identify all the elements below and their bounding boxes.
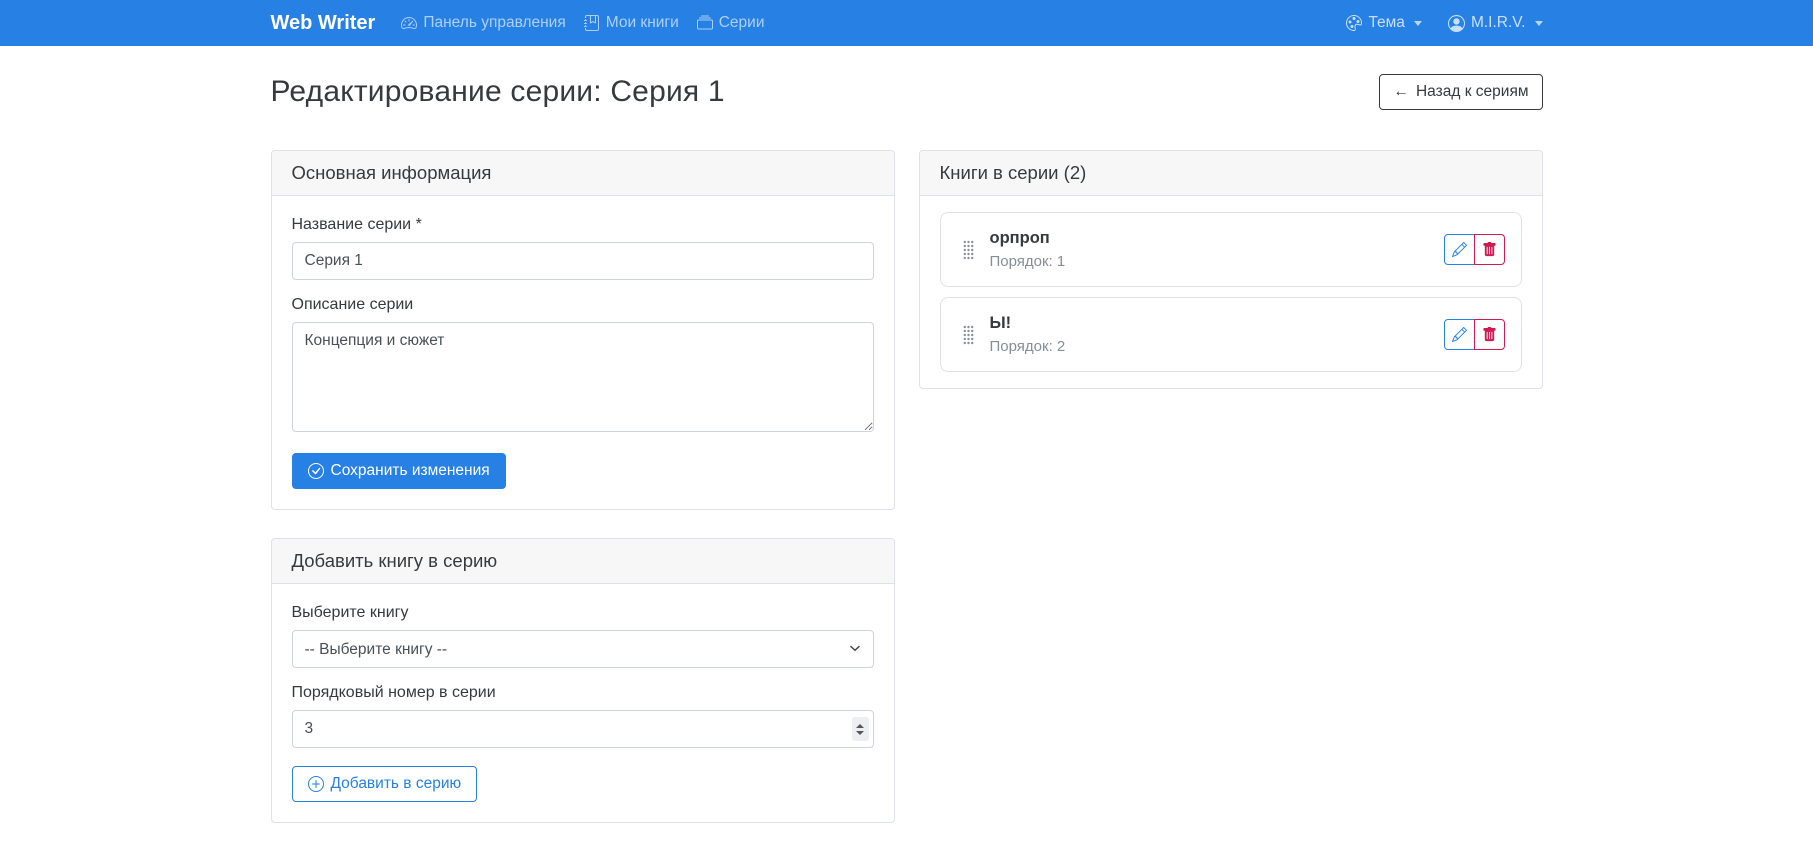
left-column: Основная информация Название серии * Опи… bbox=[271, 150, 895, 823]
book-info: Ы! Порядок: 2 bbox=[990, 314, 1066, 355]
stepper-up-icon[interactable] bbox=[856, 724, 864, 728]
grip-vertical-icon[interactable] bbox=[963, 240, 974, 260]
nav-item-my-books[interactable]: Мои книги bbox=[584, 14, 679, 32]
select-book-dropdown[interactable]: -- Выберите книгу -- bbox=[292, 630, 874, 668]
main-info-card-body: Название серии * Описание серии Концепци… bbox=[272, 196, 894, 509]
user-dropdown-label: M.I.R.V. bbox=[1471, 14, 1526, 32]
book-order: Порядок: 2 bbox=[990, 338, 1066, 355]
book-title: Ы! bbox=[990, 314, 1066, 333]
book-list-item: орпроп Порядок: 1 bbox=[940, 212, 1522, 287]
nav-item-label: Серии bbox=[719, 14, 765, 32]
person-circle-icon bbox=[1448, 15, 1465, 32]
pencil-icon bbox=[1452, 327, 1467, 342]
add-book-card: Добавить книгу в серию Выберите книгу --… bbox=[271, 538, 895, 823]
series-description-textarea[interactable]: Концепция и сюжет bbox=[292, 322, 874, 432]
save-changes-label: Сохранить изменения bbox=[331, 462, 490, 480]
books-list: орпроп Порядок: 1 bbox=[920, 196, 1542, 388]
journal-bookmark-icon bbox=[584, 15, 600, 31]
caret-down-icon bbox=[1414, 21, 1422, 26]
nav-item-label: Мои книги bbox=[606, 14, 679, 32]
navbar-right: Тема M.I.R.V. bbox=[1346, 14, 1542, 32]
nav-item-label: Панель управления bbox=[423, 14, 565, 32]
nav-item-dashboard[interactable]: Панель управления bbox=[401, 14, 565, 32]
stepper-down-icon[interactable] bbox=[856, 731, 864, 735]
content-row: Основная информация Название серии * Опи… bbox=[271, 150, 1543, 823]
plus-circle-icon bbox=[308, 776, 324, 792]
order-number-label: Порядковый номер в серии bbox=[292, 684, 874, 702]
page-header: Редактирование серии: Серия 1 ← Назад к … bbox=[271, 74, 1543, 110]
series-description-label: Описание серии bbox=[292, 296, 874, 314]
navbar-container: Web Writer Панель управления Мои книги С… bbox=[271, 0, 1543, 46]
brand-logo[interactable]: Web Writer bbox=[271, 12, 376, 35]
user-dropdown[interactable]: M.I.R.V. bbox=[1448, 14, 1543, 32]
trash-icon bbox=[1482, 242, 1497, 257]
series-name-label: Название серии * bbox=[292, 216, 874, 234]
save-changes-button[interactable]: Сохранить изменения bbox=[292, 453, 506, 489]
edit-book-button[interactable] bbox=[1444, 319, 1475, 350]
add-to-series-label: Добавить в серию bbox=[331, 775, 462, 793]
back-to-series-button[interactable]: ← Назад к сериям bbox=[1379, 74, 1542, 110]
right-column: Книги в серии (2) bbox=[919, 150, 1543, 389]
main-info-card-title: Основная информация bbox=[272, 151, 894, 196]
add-to-series-button[interactable]: Добавить в серию bbox=[292, 766, 478, 802]
order-number-input[interactable] bbox=[292, 710, 874, 748]
book-title: орпроп bbox=[990, 229, 1066, 248]
main-info-card: Основная информация Название серии * Опи… bbox=[271, 150, 895, 510]
books-in-series-title: Книги в серии (2) bbox=[920, 151, 1542, 196]
add-book-card-title: Добавить книгу в серию bbox=[272, 539, 894, 584]
book-actions bbox=[1444, 234, 1505, 265]
pencil-icon bbox=[1452, 242, 1467, 257]
select-book-label: Выберите книгу bbox=[292, 604, 874, 622]
page-title: Редактирование серии: Серия 1 bbox=[271, 75, 725, 109]
books-in-series-card: Книги в серии (2) bbox=[919, 150, 1543, 389]
theme-dropdown[interactable]: Тема bbox=[1346, 14, 1422, 32]
main-container: Редактирование серии: Серия 1 ← Назад к … bbox=[271, 74, 1543, 823]
palette-icon bbox=[1346, 15, 1362, 31]
book-list-item: Ы! Порядок: 2 bbox=[940, 297, 1522, 372]
delete-book-button[interactable] bbox=[1474, 319, 1505, 350]
add-book-card-body: Выберите книгу -- Выберите книгу -- Поря… bbox=[272, 584, 894, 822]
delete-book-button[interactable] bbox=[1474, 234, 1505, 265]
collection-icon bbox=[697, 15, 713, 31]
series-name-input[interactable] bbox=[292, 242, 874, 280]
book-order: Порядок: 1 bbox=[990, 253, 1066, 270]
caret-down-icon bbox=[1535, 21, 1543, 26]
theme-dropdown-label: Тема bbox=[1368, 14, 1405, 32]
speedometer-icon bbox=[401, 15, 417, 31]
grip-vertical-icon[interactable] bbox=[963, 325, 974, 345]
arrow-left-icon: ← bbox=[1393, 83, 1409, 101]
book-info: орпроп Порядок: 1 bbox=[990, 229, 1066, 270]
number-stepper[interactable] bbox=[852, 717, 869, 741]
nav-item-series[interactable]: Серии bbox=[697, 14, 765, 32]
top-navbar: Web Writer Панель управления Мои книги С… bbox=[0, 0, 1813, 46]
trash-icon bbox=[1482, 327, 1497, 342]
book-actions bbox=[1444, 319, 1505, 350]
edit-book-button[interactable] bbox=[1444, 234, 1475, 265]
back-button-label: Назад к сериям bbox=[1416, 83, 1529, 101]
navbar-links: Панель управления Мои книги Серии bbox=[401, 14, 764, 32]
check-circle-icon bbox=[308, 463, 324, 479]
